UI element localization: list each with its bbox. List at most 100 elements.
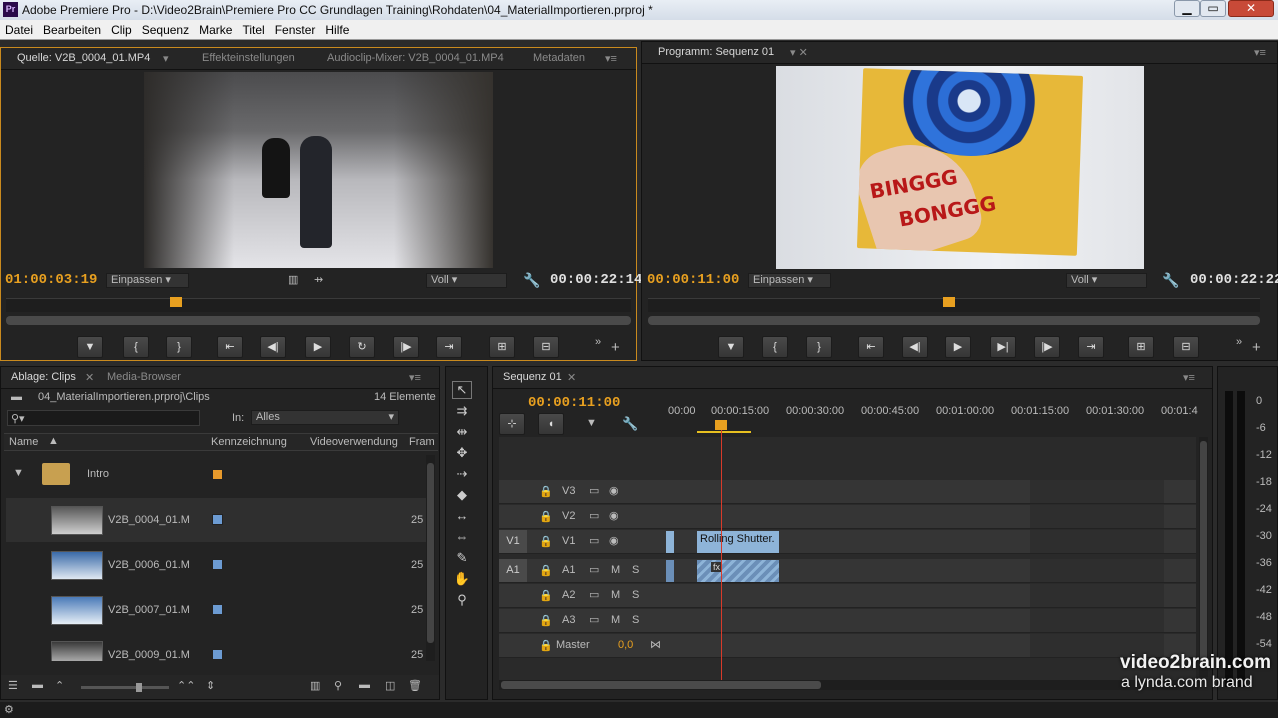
mute-button[interactable]: M xyxy=(611,589,620,601)
step-back-button[interactable]: ◀| xyxy=(260,336,286,358)
lock-icon[interactable]: 🔒 xyxy=(539,485,553,498)
go-to-in-button[interactable]: ⇤ xyxy=(217,336,243,358)
menu-titel[interactable]: Titel xyxy=(237,20,269,37)
extract-button[interactable]: ⊟ xyxy=(1173,336,1199,358)
overwrite-button[interactable]: ⊟ xyxy=(533,336,559,358)
list-item[interactable]: V2B_0004_01.M 25 xyxy=(6,498,434,542)
tab-program[interactable]: Programm: Sequenz 01 xyxy=(658,46,774,58)
pen-tool-icon[interactable]: ✎ xyxy=(452,550,472,568)
menu-datei[interactable]: Datei xyxy=(0,20,38,37)
go-to-out-button[interactable]: |▶ xyxy=(393,336,419,358)
camera-icon[interactable]: ▭ xyxy=(589,588,599,601)
film-strip-icon[interactable]: ▥ xyxy=(288,273,298,286)
find-icon[interactable]: ⚲ xyxy=(334,679,342,692)
menu-hilfe[interactable]: Hilfe xyxy=(320,20,354,37)
solo-button[interactable]: S xyxy=(632,564,639,576)
column-frame[interactable]: Fram xyxy=(409,436,435,448)
hand-tool-icon[interactable]: ✋ xyxy=(452,571,472,589)
mute-button[interactable]: M xyxy=(611,564,620,576)
tab-program-dropdown[interactable]: ▾ ✕ xyxy=(790,46,808,59)
icon-view-icon[interactable]: ▬ xyxy=(32,679,43,691)
timeline-settings-icon[interactable]: 🔧 xyxy=(622,416,638,432)
list-item[interactable]: V2B_0007_01.M 25 xyxy=(6,588,434,632)
mark-out-button[interactable]: } xyxy=(166,336,192,358)
rolling-edit-tool-icon[interactable]: ✥ xyxy=(452,445,472,463)
search-input[interactable]: ⚲▾ xyxy=(7,410,200,426)
button-editor-icon[interactable]: » xyxy=(595,336,601,348)
menu-marke[interactable]: Marke xyxy=(194,20,237,37)
solo-button[interactable]: S xyxy=(632,614,639,626)
step-back-button[interactable]: ◀| xyxy=(902,336,928,358)
wrench-icon[interactable]: 🔧 xyxy=(1162,272,1179,289)
source-playhead[interactable] xyxy=(170,297,182,307)
step-forward-button[interactable]: ↻ xyxy=(349,336,375,358)
mark-out-button[interactable]: } xyxy=(806,336,832,358)
close-icon[interactable]: ✕ xyxy=(85,371,94,384)
zoom-tool-icon[interactable]: ⚲ xyxy=(452,592,472,610)
camera-icon[interactable]: ▭ xyxy=(589,509,599,522)
go-to-out-button[interactable]: ⇥ xyxy=(1078,336,1104,358)
timeline-playhead-handle[interactable] xyxy=(715,420,727,430)
label-color-swatch[interactable] xyxy=(212,469,223,480)
timeline-vscrollbar[interactable] xyxy=(1199,437,1208,677)
add-marker-button[interactable]: ▼ xyxy=(718,336,744,358)
tab-sequence[interactable]: Sequenz 01 xyxy=(503,371,562,383)
tab-effect-controls[interactable]: Effekteinstellungen xyxy=(202,52,295,64)
label-color-swatch[interactable] xyxy=(212,649,223,660)
eye-icon[interactable]: ◉ xyxy=(609,509,619,522)
add-button-icon[interactable]: + xyxy=(1252,339,1261,356)
list-item[interactable]: V2B_0009_01.M 25 xyxy=(6,633,434,661)
tab-metadata[interactable]: Metadaten xyxy=(533,52,585,64)
play-button[interactable]: ▶ xyxy=(945,336,971,358)
slide-tool-icon[interactable]: ⇔ xyxy=(452,529,472,547)
column-name[interactable]: Name xyxy=(9,436,38,448)
lock-icon[interactable]: 🔒 xyxy=(539,564,553,577)
camera-icon[interactable]: ▭ xyxy=(589,534,599,547)
video-clip[interactable]: Rolling Shutter. xyxy=(697,531,779,553)
program-time-ruler[interactable] xyxy=(648,297,1260,312)
panel-menu-icon[interactable]: ▾≡ xyxy=(409,371,421,384)
label-color-swatch[interactable] xyxy=(212,604,223,615)
tab-project-bin[interactable]: Ablage: Clips xyxy=(11,371,76,383)
menu-bearbeiten[interactable]: Bearbeiten xyxy=(38,20,106,37)
source-time-ruler[interactable] xyxy=(6,297,631,312)
track-select-tool-icon[interactable]: ⇉ xyxy=(452,403,472,421)
label-color-swatch[interactable] xyxy=(212,514,223,525)
sort-icon[interactable]: ⇕ xyxy=(206,679,215,692)
lock-icon[interactable]: 🔒 xyxy=(539,535,553,548)
add-marker-button[interactable]: ▼ xyxy=(77,336,103,358)
insert-button[interactable]: ⊞ xyxy=(489,336,515,358)
list-item-folder[interactable]: ▼ Intro xyxy=(6,453,434,497)
new-bin-icon[interactable]: ▬ xyxy=(359,679,370,691)
panel-menu-icon[interactable]: ▾≡ xyxy=(1183,371,1195,384)
add-marker-icon[interactable]: ▼ xyxy=(586,417,597,429)
slip-tool-icon[interactable]: ↔ xyxy=(452,508,472,526)
source-timecode[interactable]: 01:00:03:19 xyxy=(5,272,97,288)
lock-icon[interactable]: 🔒 xyxy=(539,639,553,652)
minimize-button[interactable]: ▁ xyxy=(1174,0,1200,17)
sequence-timecode[interactable]: 00:00:11:00 xyxy=(528,395,620,411)
go-to-in-button[interactable]: ⇤ xyxy=(858,336,884,358)
wrench-icon[interactable]: 🔧 xyxy=(523,272,540,289)
program-timecode[interactable]: 00:00:11:00 xyxy=(647,272,739,288)
tab-audio-mixer[interactable]: Audioclip-Mixer: V2B_0004_01.MP4 xyxy=(327,52,504,64)
eye-icon[interactable]: ◉ xyxy=(609,534,619,547)
snap-button[interactable]: ⊹ xyxy=(499,413,525,435)
panel-menu-icon[interactable]: ▾≡ xyxy=(605,52,617,65)
play-button[interactable]: ▶ xyxy=(305,336,331,358)
eye-icon[interactable]: ◉ xyxy=(609,484,619,497)
label-color-swatch[interactable] xyxy=(212,559,223,570)
button-editor-icon[interactable]: » xyxy=(1236,336,1242,348)
linked-selection-button[interactable]: ◖ xyxy=(538,413,564,435)
audio-clip[interactable] xyxy=(666,560,674,582)
in-dropdown[interactable]: Alles ▾ xyxy=(251,410,399,425)
timeline-hscrollbar[interactable] xyxy=(499,680,1199,690)
timeline-playhead-line[interactable] xyxy=(721,420,722,680)
zoom-slider[interactable] xyxy=(81,683,169,692)
mark-in-button[interactable]: { xyxy=(123,336,149,358)
program-playhead[interactable] xyxy=(943,297,955,307)
add-button-icon[interactable]: + xyxy=(611,339,620,356)
drag-audio-icon[interactable]: ⇸ xyxy=(314,273,323,286)
audio-clip[interactable]: fx xyxy=(697,560,779,582)
razor-tool-icon[interactable]: ◆ xyxy=(452,487,472,505)
